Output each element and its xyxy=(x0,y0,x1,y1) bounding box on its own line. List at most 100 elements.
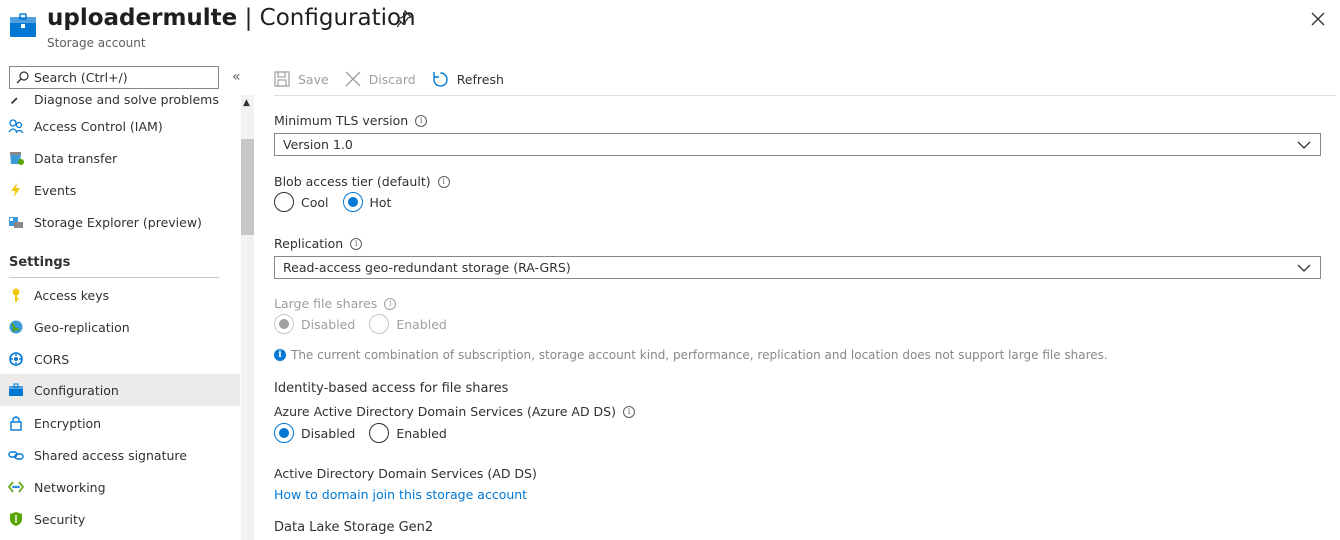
aadds-disabled-radio[interactable]: Disabled xyxy=(274,423,355,443)
info-icon[interactable]: i xyxy=(437,175,450,188)
sidebar-item-cors[interactable]: CORS xyxy=(0,343,240,375)
sidebar-item-data-transfer[interactable]: Data transfer xyxy=(0,142,240,174)
aadds-label: Azure Active Directory Domain Services (… xyxy=(274,404,635,419)
networking-icon xyxy=(8,479,24,495)
page-title: uploadermulte | Configuration xyxy=(47,5,416,31)
discard-label: Discard xyxy=(368,71,416,87)
radio-circle[interactable] xyxy=(369,423,390,443)
sidebar-item-geo-replication[interactable]: Geo-replication xyxy=(0,311,240,343)
sidebar-item-networking[interactable]: Networking xyxy=(0,471,240,503)
globe-icon xyxy=(8,319,24,335)
aadds-radio-group: Disabled Enabled xyxy=(274,423,461,443)
radio-circle[interactable] xyxy=(342,192,363,212)
identity-section-header: Identity-based access for file shares xyxy=(274,381,509,396)
menu-list: Diagnose and solve problems Access Contr… xyxy=(0,95,240,540)
large-file-shares-notice: i The current combination of subscriptio… xyxy=(274,348,1108,362)
collapse-menu-button[interactable]: « xyxy=(232,70,241,84)
replication-label: Replication i xyxy=(274,236,363,251)
radio-circle xyxy=(274,314,294,334)
info-icon[interactable]: i xyxy=(622,405,635,418)
radio-label: Disabled xyxy=(301,425,356,441)
tls-dropdown[interactable]: Version 1.0 xyxy=(274,133,1321,156)
sidebar-item-label: Encryption xyxy=(34,415,102,431)
aadds-label-text: Azure Active Directory Domain Services (… xyxy=(274,404,616,419)
sidebar-item-label: Networking xyxy=(34,479,106,495)
sidebar-item-label: Security xyxy=(34,511,86,527)
refresh-button[interactable]: Refresh xyxy=(432,71,504,88)
sidebar-item-label: Access keys xyxy=(34,287,110,303)
sidebar-item-label: Data transfer xyxy=(34,150,118,166)
scroll-thumb[interactable] xyxy=(241,139,254,235)
tls-label: Minimum TLS version i xyxy=(274,113,428,128)
radio-circle[interactable] xyxy=(274,192,294,212)
save-button[interactable]: Save xyxy=(274,71,329,87)
domain-join-link[interactable]: How to domain join this storage account xyxy=(274,487,527,502)
link-icon xyxy=(8,447,24,463)
close-icon[interactable] xyxy=(1310,11,1326,27)
people-icon xyxy=(8,118,24,134)
storage-account-icon xyxy=(10,13,36,37)
data-transfer-icon xyxy=(8,150,24,166)
datalake-section-header: Data Lake Storage Gen2 xyxy=(274,520,434,535)
chevron-down-icon xyxy=(1297,141,1311,149)
shield-icon xyxy=(8,511,24,527)
sidebar-item-events[interactable]: Events xyxy=(0,174,240,206)
info-icon[interactable]: i xyxy=(384,297,397,310)
blob-tier-hot-radio[interactable]: Hot xyxy=(342,192,392,212)
blob-tier-radio-group: Cool Hot xyxy=(274,192,405,212)
resource-type: Storage account xyxy=(47,36,146,50)
pin-icon[interactable] xyxy=(396,10,412,28)
large-file-shares-radio-group: Disabled Enabled xyxy=(274,314,461,334)
info-icon[interactable]: i xyxy=(350,237,363,250)
radio-label: Cool xyxy=(301,194,329,210)
radio-label: Enabled xyxy=(396,425,447,441)
discard-button[interactable]: Discard xyxy=(345,71,416,87)
refresh-label: Refresh xyxy=(456,71,504,87)
storage-explorer-icon xyxy=(8,214,24,230)
sidebar-item-label: Storage Explorer (preview) xyxy=(34,214,202,230)
page-name: Configuration xyxy=(259,5,416,31)
sidebar-item-access-keys[interactable]: Access keys xyxy=(0,279,240,311)
lightning-icon xyxy=(8,182,24,198)
sidebar-item-configuration[interactable]: Configuration xyxy=(0,374,240,406)
search-icon xyxy=(16,71,29,84)
menu-scrollbar[interactable]: ▲ xyxy=(241,95,254,540)
menu-search[interactable] xyxy=(9,66,219,89)
replication-dropdown[interactable]: Read-access geo-redundant storage (RA-GR… xyxy=(274,256,1321,279)
sidebar-item-access-control[interactable]: Access Control (IAM) xyxy=(0,110,240,142)
lock-icon xyxy=(8,415,24,431)
radio-circle[interactable] xyxy=(274,423,294,443)
discard-icon xyxy=(345,71,361,87)
radio-label: Hot xyxy=(369,194,392,210)
command-bar: Save Discard Refresh xyxy=(274,66,520,92)
sidebar-item-storage-explorer[interactable]: Storage Explorer (preview) xyxy=(0,206,240,238)
chevron-down-icon xyxy=(1297,264,1311,272)
sidebar-item-security[interactable]: Security xyxy=(0,503,240,535)
blob-tier-label: Blob access tier (default) i xyxy=(274,174,450,189)
replication-label-text: Replication xyxy=(274,236,344,251)
tls-selected-value: Version 1.0 xyxy=(283,137,353,152)
sidebar-item-encryption[interactable]: Encryption xyxy=(0,407,240,439)
scroll-up-arrow[interactable]: ▲ xyxy=(243,98,250,108)
wrench-icon xyxy=(8,95,24,107)
info-icon[interactable]: i xyxy=(415,114,428,127)
sidebar-item-label: Shared access signature xyxy=(34,447,187,463)
save-label: Save xyxy=(298,71,329,87)
sidebar-item-label: Access Control (IAM) xyxy=(34,118,163,134)
large-file-shares-label: Large file shares i xyxy=(274,296,397,311)
radio-label: Enabled xyxy=(396,316,447,332)
replication-selected-value: Read-access geo-redundant storage (RA-GR… xyxy=(283,260,571,275)
large-file-shares-disabled-radio: Disabled xyxy=(274,314,355,334)
sidebar-item-label: CORS xyxy=(34,351,70,367)
blob-tier-cool-radio[interactable]: Cool xyxy=(274,192,329,212)
settings-section-header: Settings xyxy=(9,255,71,270)
configuration-icon xyxy=(8,382,24,398)
toolbar-divider xyxy=(274,95,1336,96)
search-input[interactable] xyxy=(34,70,214,85)
sidebar-item-shared-access-signature[interactable]: Shared access signature xyxy=(0,439,240,471)
radio-circle xyxy=(369,314,390,334)
title-separator: | xyxy=(237,5,260,31)
tls-label-text: Minimum TLS version xyxy=(274,113,409,128)
resource-menu: « Diagnose and solve problems Access Con… xyxy=(0,58,255,540)
aadds-enabled-radio[interactable]: Enabled xyxy=(369,423,447,443)
